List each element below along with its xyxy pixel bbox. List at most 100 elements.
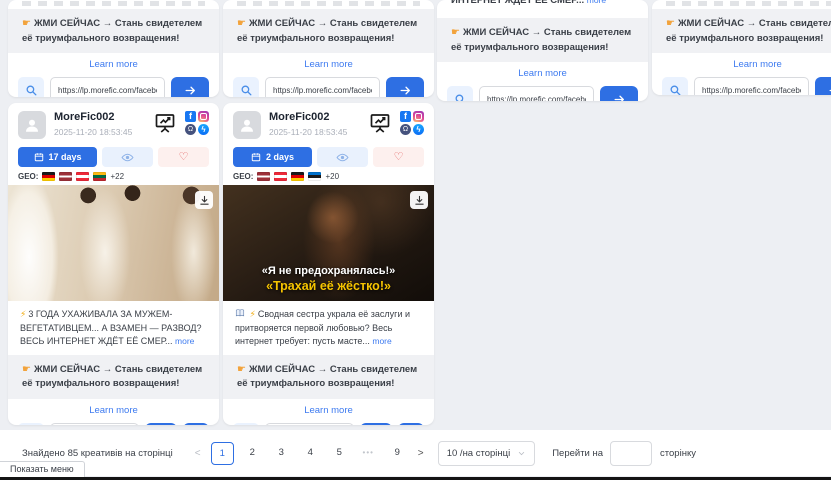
ad-card-partial-1: ☛ЖМИ СЕЙЧАС → Стань свидетелем её триумф… xyxy=(8,0,219,97)
learn-more-link[interactable]: Learn more xyxy=(437,62,648,82)
page-button-2[interactable]: 2 xyxy=(242,442,263,463)
prev-page-button[interactable]: < xyxy=(189,442,207,464)
ad-card-partial-2: ☛ЖМИ СЕЙЧАС → Стань свидетелем её триумф… xyxy=(223,0,434,97)
creative-overlay-text: «Я не предохранялась!» «Трахай её жёстко… xyxy=(223,265,434,293)
advertiser-header: MoreFic002 2025-11-20 18:53:45 f Ω ϟ xyxy=(223,103,434,144)
download-button[interactable] xyxy=(183,423,209,425)
book-icon xyxy=(235,308,245,318)
favorite-button[interactable]: ♡ xyxy=(373,147,424,167)
days-running-button[interactable]: 17 days xyxy=(18,147,97,167)
audience-network-icon[interactable]: Ω xyxy=(400,124,411,135)
facebook-icon[interactable]: f xyxy=(400,111,411,122)
advertiser-info: MoreFic002 2025-11-20 18:53:45 xyxy=(269,111,347,137)
audience-network-icon[interactable]: Ω xyxy=(185,124,196,135)
creative-image[interactable]: «Я не предохранялась!» «Трахай её жёстко… xyxy=(223,185,434,301)
favorite-button[interactable]: ♡ xyxy=(158,147,209,167)
presentation-board-icon[interactable] xyxy=(153,111,177,135)
facebook-icon[interactable]: f xyxy=(185,111,196,122)
status-tooltip: Показать меню xyxy=(0,461,85,477)
download-icon xyxy=(414,195,425,206)
landing-url-input[interactable] xyxy=(694,77,809,95)
open-url-button[interactable] xyxy=(145,423,177,425)
geo-extra-count[interactable]: +20 xyxy=(325,172,339,181)
flag-lv-icon xyxy=(59,172,72,181)
flag-at-icon xyxy=(274,172,287,181)
landing-url-input[interactable] xyxy=(50,77,165,97)
open-url-button[interactable] xyxy=(171,77,209,97)
search-button[interactable] xyxy=(18,423,44,425)
ad-timestamp: 2025-11-20 18:53:45 xyxy=(54,127,132,137)
presentation-board-icon[interactable] xyxy=(368,111,392,135)
cta-banner: ☛ЖМИ СЕЙЧАС → Стань свидетелем её триумф… xyxy=(223,355,434,399)
heart-icon: ♡ xyxy=(394,152,404,163)
preview-button[interactable] xyxy=(317,147,368,167)
creative-image[interactable] xyxy=(8,185,219,301)
instagram-icon[interactable] xyxy=(413,111,424,122)
ad-card-partial-3: ИНТЕРНЕТ ЖДЁТ ЕЁ СМЕР... more ☛ЖМИ СЕЙЧА… xyxy=(437,0,648,101)
arrow-right-icon xyxy=(399,84,412,97)
lightning-icon: ⚡ xyxy=(20,309,26,319)
download-creative-button[interactable] xyxy=(410,191,428,209)
messenger-icon[interactable]: ϟ xyxy=(198,124,209,135)
search-icon xyxy=(25,84,38,97)
search-button[interactable] xyxy=(447,86,473,101)
download-icon xyxy=(199,195,210,206)
page-button-1[interactable]: 1 xyxy=(211,442,234,465)
geo-label: GEO: xyxy=(233,172,253,181)
advertiser-name[interactable]: MoreFic002 xyxy=(54,111,132,125)
page-button-3[interactable]: 3 xyxy=(271,442,292,463)
cta-banner-text: ЖМИ СЕЙЧАС → Стань свидетелем её триумфа… xyxy=(22,18,202,44)
search-button[interactable] xyxy=(18,77,44,97)
card-actions: 17 days ♡ xyxy=(8,144,219,167)
placements: f Ω ϟ xyxy=(185,111,209,135)
geo-row: GEO: +20 xyxy=(223,167,434,185)
download-button[interactable] xyxy=(398,423,424,425)
page-size-select[interactable]: 10 /на сторінці xyxy=(438,441,536,466)
card-actions: 2 days ♡ xyxy=(223,144,434,167)
goto-page-input[interactable] xyxy=(610,441,652,466)
learn-more-link[interactable]: Learn more xyxy=(8,399,219,419)
open-url-button[interactable] xyxy=(815,77,831,95)
preview-button[interactable] xyxy=(102,147,153,167)
more-link[interactable]: more xyxy=(175,336,194,346)
pointing-finger-icon: ☛ xyxy=(451,27,460,38)
landing-url-input[interactable] xyxy=(479,86,594,101)
landing-url-row xyxy=(437,82,648,101)
calendar-icon xyxy=(251,152,261,162)
flag-de-icon xyxy=(42,172,55,181)
page-button-9[interactable]: 9 xyxy=(387,442,408,463)
page-button-5[interactable]: 5 xyxy=(329,442,350,463)
next-page-button[interactable]: > xyxy=(412,442,430,464)
geo-extra-count[interactable]: +22 xyxy=(110,172,124,181)
flag-ee-icon xyxy=(308,172,321,181)
search-button[interactable] xyxy=(662,77,688,95)
creatives-grid-page: ☛ ЖМИ СЕЙЧАС → Стань свидетелем её триумф… xyxy=(0,0,831,480)
header-icons: f Ω ϟ xyxy=(368,111,424,135)
days-running-button[interactable]: 2 days xyxy=(233,147,312,167)
advertiser-info: MoreFic002 2025-11-20 18:53:45 xyxy=(54,111,132,137)
advertiser-name[interactable]: MoreFic002 xyxy=(269,111,347,125)
download-creative-button[interactable] xyxy=(195,191,213,209)
cta-banner-text: ЖМИ СЕЙЧАС → Стань свидетелем её триумфа… xyxy=(22,364,202,390)
learn-more-link[interactable]: Learn more xyxy=(223,399,434,419)
goto-page-suffix: сторінку xyxy=(660,448,696,459)
learn-more-link[interactable]: Learn more xyxy=(223,53,434,73)
landing-url-input[interactable] xyxy=(265,77,380,97)
messenger-icon[interactable]: ϟ xyxy=(413,124,424,135)
cta-banner-text: ЖМИ СЕЙЧАС → Стань свидетелем её триумфа… xyxy=(237,364,417,390)
placements: f Ω ϟ xyxy=(400,111,424,135)
page-button-4[interactable]: 4 xyxy=(300,442,321,463)
open-url-button[interactable] xyxy=(600,86,638,101)
landing-url-input[interactable] xyxy=(265,423,354,425)
search-button[interactable] xyxy=(233,423,259,425)
search-button[interactable] xyxy=(233,77,259,97)
more-link[interactable]: more xyxy=(587,0,606,5)
more-link[interactable]: more xyxy=(372,336,391,346)
learn-more-link[interactable]: Learn more xyxy=(652,53,831,73)
instagram-icon[interactable] xyxy=(198,111,209,122)
person-icon xyxy=(238,116,256,134)
learn-more-link[interactable]: Learn more xyxy=(8,53,219,73)
landing-url-input[interactable] xyxy=(50,423,139,425)
open-url-button[interactable] xyxy=(386,77,424,97)
open-url-button[interactable] xyxy=(360,423,392,425)
